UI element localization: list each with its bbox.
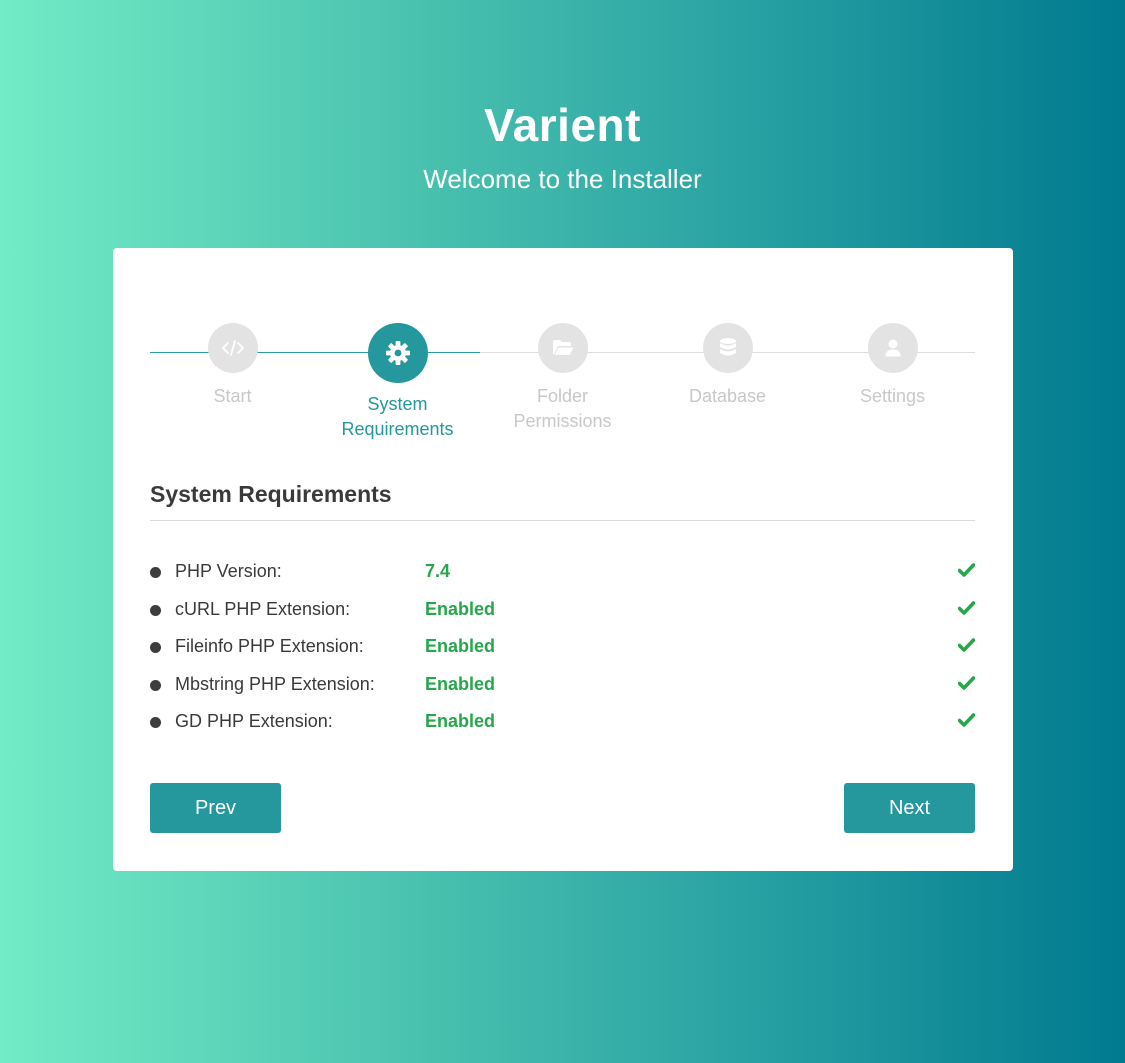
folder-open-icon xyxy=(552,339,574,357)
requirement-row: PHP Version: 7.4 xyxy=(150,553,976,591)
code-icon xyxy=(221,339,244,357)
check-icon xyxy=(957,563,976,582)
step-system-requirements[interactable]: System Requirements xyxy=(315,323,480,442)
section-title: System Requirements xyxy=(150,481,392,507)
requirement-label: cURL PHP Extension: xyxy=(175,598,351,619)
step-label: Start xyxy=(213,386,252,406)
bullet-icon xyxy=(150,642,161,654)
requirement-label: Mbstring PHP Extension: xyxy=(175,673,375,694)
app-subtitle: Welcome to the Installer xyxy=(423,164,702,194)
requirement-value: Enabled xyxy=(425,711,496,732)
requirement-label: PHP Version: xyxy=(175,561,282,582)
prev-button[interactable]: Prev xyxy=(150,783,281,833)
requirement-label: Fileinfo PHP Extension: xyxy=(175,636,364,657)
header: Varient Welcome to the Installer xyxy=(0,98,1125,194)
next-button[interactable]: Next xyxy=(844,783,975,833)
step-circle xyxy=(367,323,428,383)
installer-card: Start System Requirements Folder Permiss… xyxy=(113,248,1013,871)
step-folder-permissions[interactable]: Folder Permissions xyxy=(480,323,645,434)
installer-stepper: Start System Requirements Folder Permiss… xyxy=(150,323,975,439)
step-start[interactable]: Start xyxy=(150,323,315,409)
step-circle xyxy=(537,323,588,373)
check-icon xyxy=(957,713,976,732)
step-label: Folder Permissions xyxy=(513,386,612,431)
requirement-value: Enabled xyxy=(425,598,496,619)
step-circle xyxy=(702,323,753,373)
requirement-value: Enabled xyxy=(425,636,496,657)
step-settings[interactable]: Settings xyxy=(810,323,975,409)
step-label: Database xyxy=(688,386,767,406)
requirement-row: cURL PHP Extension: Enabled xyxy=(150,591,976,629)
bullet-icon xyxy=(150,679,161,691)
requirement-row: Fileinfo PHP Extension: Enabled xyxy=(150,628,976,666)
requirements-list: PHP Version: 7.4 cURL PHP Extension: Ena… xyxy=(150,553,976,741)
database-icon xyxy=(719,337,737,359)
requirement-row: GD PHP Extension: Enabled xyxy=(150,703,976,741)
step-database[interactable]: Database xyxy=(645,323,810,409)
requirement-label: GD PHP Extension: xyxy=(175,711,333,732)
requirement-value: 7.4 xyxy=(425,561,451,582)
check-icon xyxy=(957,675,976,695)
requirement-value: Enabled xyxy=(425,673,496,694)
app-title: Varient xyxy=(484,99,641,151)
bullet-icon xyxy=(150,717,161,729)
check-icon xyxy=(957,638,976,657)
step-circle xyxy=(207,323,258,373)
check-icon xyxy=(957,600,976,620)
bullet-icon xyxy=(150,567,161,579)
user-icon xyxy=(885,339,901,357)
step-label: Settings xyxy=(859,386,926,406)
bullet-icon xyxy=(150,604,161,616)
gear-icon xyxy=(385,340,411,366)
step-label: System Requirements xyxy=(341,394,454,439)
step-circle xyxy=(867,323,918,373)
requirement-row: Mbstring PHP Extension: Enabled xyxy=(150,666,976,704)
section-divider xyxy=(150,520,975,521)
